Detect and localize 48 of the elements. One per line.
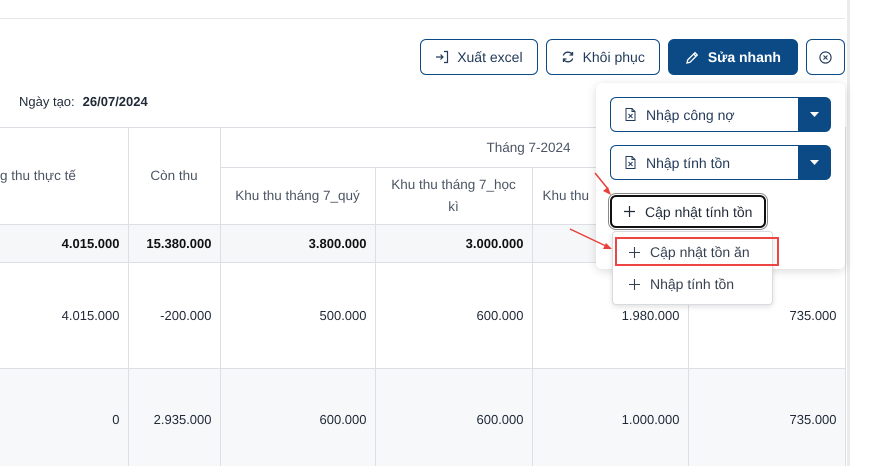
refresh-icon [560, 50, 575, 64]
group-header: Tháng 7-2024 [486, 140, 571, 154]
quick-edit-button[interactable]: Sửa nhanh [668, 39, 798, 75]
pencil-icon [684, 50, 700, 64]
export-icon [435, 50, 450, 64]
table-cell: 600.000 [320, 412, 366, 426]
file-icon [625, 108, 636, 121]
annotation-arrow [570, 228, 612, 249]
table-cell: 2.935.000 [154, 412, 212, 426]
plus-icon [629, 246, 640, 258]
menu-item[interactable]: Cập nhật tồn ăn [613, 236, 772, 268]
column-header: Khu thu tháng 7_quý [235, 188, 360, 203]
table-cell: 600.000 [476, 308, 524, 323]
update-button[interactable]: Cập nhật tính tồn [610, 195, 766, 228]
annotation-arrow [594, 172, 611, 195]
plus-icon [624, 206, 635, 217]
table-cell: 735.000 [790, 412, 837, 426]
column-header: Còn thu [150, 168, 198, 183]
file-icon [625, 156, 636, 169]
table-cell: 1.980.000 [622, 308, 680, 323]
table-cell: 0 [112, 412, 120, 426]
import-button[interactable]: Nhập công nợ [610, 97, 798, 132]
table-cell: 4.015.000 [62, 308, 120, 323]
summary-cell: 3.000.000 [466, 236, 524, 251]
import-button[interactable]: Nhập tính tồn [610, 145, 798, 180]
table-cell: 1.000.000 [622, 412, 680, 426]
table-cell: 500.000 [320, 308, 366, 323]
plus-icon [629, 278, 640, 290]
summary-cell: 4.015.000 [62, 236, 120, 251]
summary-cell: 3.800.000 [308, 236, 366, 251]
table-cell: 735.000 [790, 308, 837, 323]
caret-icon [810, 160, 819, 165]
caret-icon [810, 112, 819, 117]
table-cell: -200.000 [160, 308, 212, 323]
table-cell: 600.000 [476, 412, 524, 426]
summary-cell: 15.380.000 [146, 236, 212, 251]
close-icon [819, 50, 832, 64]
column-header: g thu thực tế [0, 168, 76, 183]
column-header: Khu thu [542, 188, 590, 203]
created-date-value: 26/07/2024 [82, 94, 148, 108]
close-button[interactable] [806, 39, 845, 75]
dropdown-toggle[interactable] [798, 145, 831, 180]
dropdown-toggle[interactable] [798, 97, 831, 132]
created-date-label: Ngày tạo: [19, 94, 75, 108]
export-excel-button[interactable]: Xuất excel [420, 39, 538, 75]
menu-item[interactable]: Nhập tính tồn [613, 268, 772, 300]
column-header: Khu thu tháng 7_học kì [391, 177, 516, 214]
restore-button[interactable]: Khôi phục [546, 39, 660, 75]
